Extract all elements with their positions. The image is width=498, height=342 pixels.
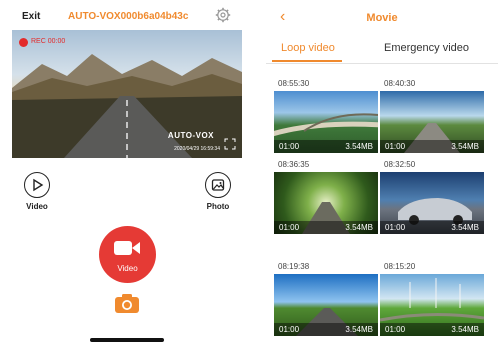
video-size: 3.54MB	[451, 325, 479, 334]
record-label: Video	[117, 264, 138, 273]
active-tab-indicator	[272, 60, 342, 62]
video-thumbnail: 01:00 3.54MB	[274, 91, 378, 153]
photo-label: Photo	[206, 202, 230, 211]
video-thumbnail: 01:00 3.54MB	[274, 274, 378, 336]
gear-icon[interactable]	[215, 7, 231, 23]
page-title: Movie	[366, 12, 398, 24]
watermark-brand: AUTO-VOX	[167, 131, 214, 140]
video-meta-bar: 01:00 3.54MB	[380, 221, 484, 234]
exit-button[interactable]: Exit	[22, 11, 40, 22]
video-duration: 01:00	[279, 325, 300, 334]
video-item[interactable]: 08:36:35 01:00 3.54MB	[274, 160, 378, 236]
play-circle-icon	[24, 172, 50, 198]
movie-list-screen: ‹ Movie Loop video Emergency video 08:55…	[266, 0, 498, 342]
recording-indicator	[19, 38, 28, 47]
video-timestamp: 2020/04/29 16:59:34	[174, 146, 220, 152]
video-duration: 01:00	[279, 223, 300, 232]
video-duration: 01:00	[279, 142, 300, 151]
video-meta-bar: 01:00 3.54MB	[380, 323, 484, 336]
video-size: 3.54MB	[451, 142, 479, 151]
video-time: 08:55:30	[278, 79, 310, 88]
top-bar: Exit AUTO-VOX000b6a04b43c	[0, 0, 248, 30]
tab-divider	[266, 63, 498, 64]
recording-label: REC 00:00	[31, 38, 66, 45]
camera-icon[interactable]	[114, 292, 140, 314]
video-meta-bar: 01:00 3.54MB	[274, 323, 378, 336]
video-size: 3.54MB	[345, 325, 373, 334]
video-time: 08:19:38	[278, 262, 310, 271]
tab-loop-video[interactable]: Loop video	[281, 42, 335, 54]
live-video-preview[interactable]: REC 00:00 AUTO-VOX 2020/04/29 16:59:34	[12, 30, 242, 158]
video-thumbnail: 01:00 3.54MB	[380, 274, 484, 336]
gallery-icon	[205, 172, 231, 198]
video-time: 08:15:20	[384, 262, 416, 271]
video-meta-bar: 01:00 3.54MB	[274, 221, 378, 234]
video-time: 08:36:35	[278, 160, 310, 169]
video-meta-bar: 01:00 3.54MB	[274, 140, 378, 153]
video-size: 3.54MB	[345, 223, 373, 232]
video-time: 08:40:30	[384, 79, 416, 88]
video-item[interactable]: 08:55:30 01:00 3.54MB	[274, 79, 378, 155]
video-time: 08:32:50	[384, 160, 416, 169]
home-indicator	[90, 338, 164, 342]
video-label: Video	[26, 202, 48, 211]
video-thumbnail: 01:00 3.54MB	[380, 172, 484, 234]
record-video-button[interactable]: Video	[99, 226, 156, 283]
video-item[interactable]: 08:32:50 01:00 3.54MB	[380, 160, 484, 236]
live-view-screen: Exit AUTO-VOX000b6a04b43c REC 00:00 AUTO…	[0, 0, 248, 342]
video-meta-bar: 01:00 3.54MB	[380, 140, 484, 153]
video-button[interactable]: Video	[15, 172, 59, 211]
video-item[interactable]: 08:19:38 01:00 3.54MB	[274, 262, 378, 338]
video-camera-icon	[114, 241, 140, 255]
tab-emergency-video[interactable]: Emergency video	[384, 42, 469, 54]
video-size: 3.54MB	[345, 142, 373, 151]
photo-button[interactable]: Photo	[196, 172, 240, 211]
video-thumbnail: 01:00 3.54MB	[380, 91, 484, 153]
video-size: 3.54MB	[451, 223, 479, 232]
video-duration: 01:00	[385, 142, 406, 151]
video-duration: 01:00	[385, 223, 406, 232]
video-item[interactable]: 08:40:30 01:00 3.54MB	[380, 79, 484, 155]
video-duration: 01:00	[385, 325, 406, 334]
fullscreen-icon[interactable]	[224, 138, 236, 150]
device-name: AUTO-VOX000b6a04b43c	[68, 11, 189, 22]
video-thumbnail: 01:00 3.54MB	[274, 172, 378, 234]
video-item[interactable]: 08:15:20 01:00 3.54MB	[380, 262, 484, 338]
